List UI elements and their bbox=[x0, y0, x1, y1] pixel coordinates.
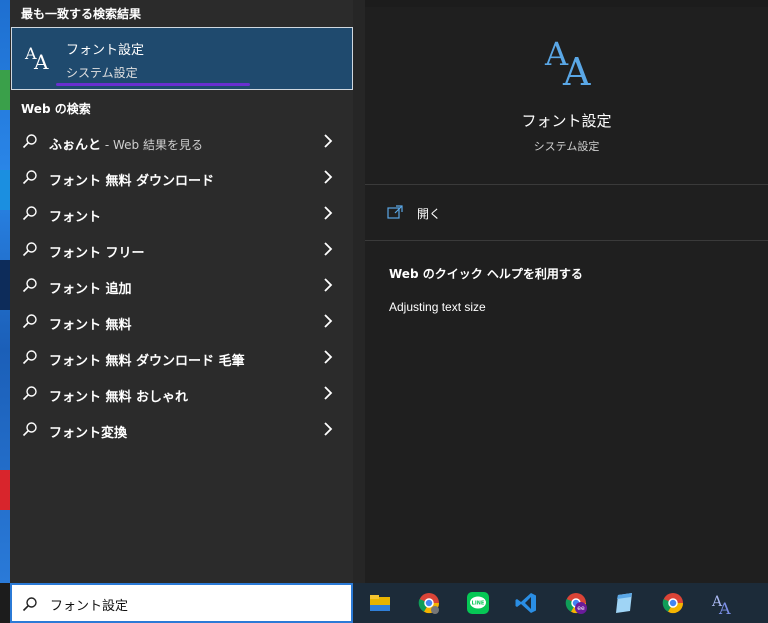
font-settings-large-icon: A A bbox=[544, 35, 591, 91]
search-icon bbox=[22, 422, 37, 437]
web-suggestion-label: フォント 無料 ダウンロード bbox=[49, 174, 215, 189]
search-icon bbox=[22, 242, 37, 257]
web-suggestion-item[interactable]: フォント フリー bbox=[10, 232, 353, 268]
result-detail-panel: A A フォント設定 システム設定 開く Web のクイック ヘルプを利用する … bbox=[365, 7, 768, 583]
search-icon bbox=[22, 314, 37, 329]
open-label: 開く bbox=[417, 207, 442, 221]
web-search-heading: Web の検索 bbox=[21, 102, 91, 116]
web-suggestion-label: ふぉんと - Web 結果を見る bbox=[49, 138, 203, 153]
search-results-panel: 最も一致する検索結果 A A フォント設定 システム設定 Web の検索 ふぉん… bbox=[10, 0, 353, 583]
desktop-icon-fragment bbox=[0, 470, 10, 510]
divider bbox=[365, 240, 768, 241]
chevron-right-icon[interactable] bbox=[323, 386, 333, 400]
web-suggestion-label: フォント 追加 bbox=[49, 282, 132, 297]
chevron-right-icon[interactable] bbox=[323, 134, 333, 148]
chevron-right-icon[interactable] bbox=[323, 278, 333, 292]
svg-text:ee: ee bbox=[577, 605, 585, 612]
quick-help-heading: Web のクイック ヘルプを利用する bbox=[389, 267, 583, 281]
search-icon bbox=[22, 170, 37, 185]
search-icon bbox=[22, 278, 37, 293]
help-link[interactable]: Adjusting text size bbox=[389, 300, 486, 314]
search-icon bbox=[22, 134, 37, 149]
divider bbox=[365, 184, 768, 185]
chevron-right-icon[interactable] bbox=[323, 170, 333, 184]
web-suggestion-item[interactable]: フォント変換 bbox=[10, 412, 353, 448]
detail-title: フォント設定 bbox=[521, 112, 612, 130]
notepad-icon[interactable] bbox=[612, 591, 636, 615]
chevron-right-icon[interactable] bbox=[323, 206, 333, 220]
desktop-icon-fragment bbox=[0, 70, 10, 110]
best-match-title: フォント設定 bbox=[66, 43, 145, 58]
search-box[interactable]: フォント設定 bbox=[10, 583, 353, 623]
web-suggestion-label: フォント bbox=[49, 210, 102, 225]
search-icon bbox=[22, 206, 37, 221]
web-suggestion-item[interactable]: フォント 追加 bbox=[10, 268, 353, 304]
chrome-user-icon[interactable] bbox=[417, 591, 441, 615]
taskbar: LINE ee A A bbox=[353, 583, 768, 623]
detail-subtitle: システム設定 bbox=[533, 140, 600, 153]
chrome-icon[interactable] bbox=[661, 591, 685, 615]
web-suggestion-label: フォント フリー bbox=[49, 246, 145, 261]
best-match-heading: 最も一致する検索結果 bbox=[21, 7, 142, 21]
desktop-icon-fragment bbox=[0, 170, 10, 210]
line-icon[interactable]: LINE bbox=[466, 591, 490, 615]
font-app-icon[interactable]: A A bbox=[710, 591, 734, 615]
desktop-icon-fragment bbox=[0, 260, 10, 310]
file-explorer-icon[interactable] bbox=[368, 591, 392, 615]
svg-text:A: A bbox=[33, 50, 49, 72]
svg-text:A: A bbox=[718, 599, 731, 615]
web-suggestion-item[interactable]: フォント 無料 おしゃれ bbox=[10, 376, 353, 412]
best-match-subtitle: システム設定 bbox=[66, 66, 138, 80]
best-match-result[interactable]: A A フォント設定 システム設定 bbox=[11, 27, 353, 90]
open-external-icon bbox=[387, 205, 403, 219]
ime-underline bbox=[56, 83, 250, 86]
svg-text:A: A bbox=[562, 50, 591, 91]
web-suggestion-item[interactable]: フォント 無料 bbox=[10, 304, 353, 340]
web-suggestion-item[interactable]: ふぉんと - Web 結果を見る bbox=[10, 124, 353, 160]
web-suggestion-label: フォント 無料 ダウンロード 毛筆 bbox=[49, 354, 245, 369]
font-settings-icon: A A bbox=[24, 44, 49, 72]
open-action[interactable]: 開く bbox=[387, 204, 587, 224]
web-suggestion-item[interactable]: フォント 無料 ダウンロード bbox=[10, 160, 353, 196]
web-suggestion-item[interactable]: フォント bbox=[10, 196, 353, 232]
search-icon bbox=[22, 597, 37, 612]
web-suggestion-label: フォント変換 bbox=[49, 426, 128, 441]
svg-text:LINE: LINE bbox=[472, 601, 485, 607]
desktop-background bbox=[0, 0, 10, 583]
chevron-right-icon[interactable] bbox=[323, 422, 333, 436]
search-icon bbox=[22, 386, 37, 401]
chevron-right-icon[interactable] bbox=[323, 242, 333, 256]
chevron-right-icon[interactable] bbox=[323, 350, 333, 364]
web-suggestion-label: フォント 無料 おしゃれ bbox=[49, 390, 189, 405]
vscode-icon[interactable] bbox=[514, 591, 538, 615]
web-suggestions-list: ふぉんと - Web 結果を見る フォント 無料 ダウンロード フォント フォン… bbox=[10, 124, 353, 448]
web-suggestion-label: フォント 無料 bbox=[49, 318, 132, 333]
chrome-ee-icon[interactable]: ee bbox=[564, 591, 588, 615]
search-input[interactable]: フォント設定 bbox=[50, 595, 128, 614]
chevron-right-icon[interactable] bbox=[323, 314, 333, 328]
panel-separator bbox=[353, 0, 365, 583]
web-suggestion-item[interactable]: フォント 無料 ダウンロード 毛筆 bbox=[10, 340, 353, 376]
search-icon bbox=[22, 350, 37, 365]
